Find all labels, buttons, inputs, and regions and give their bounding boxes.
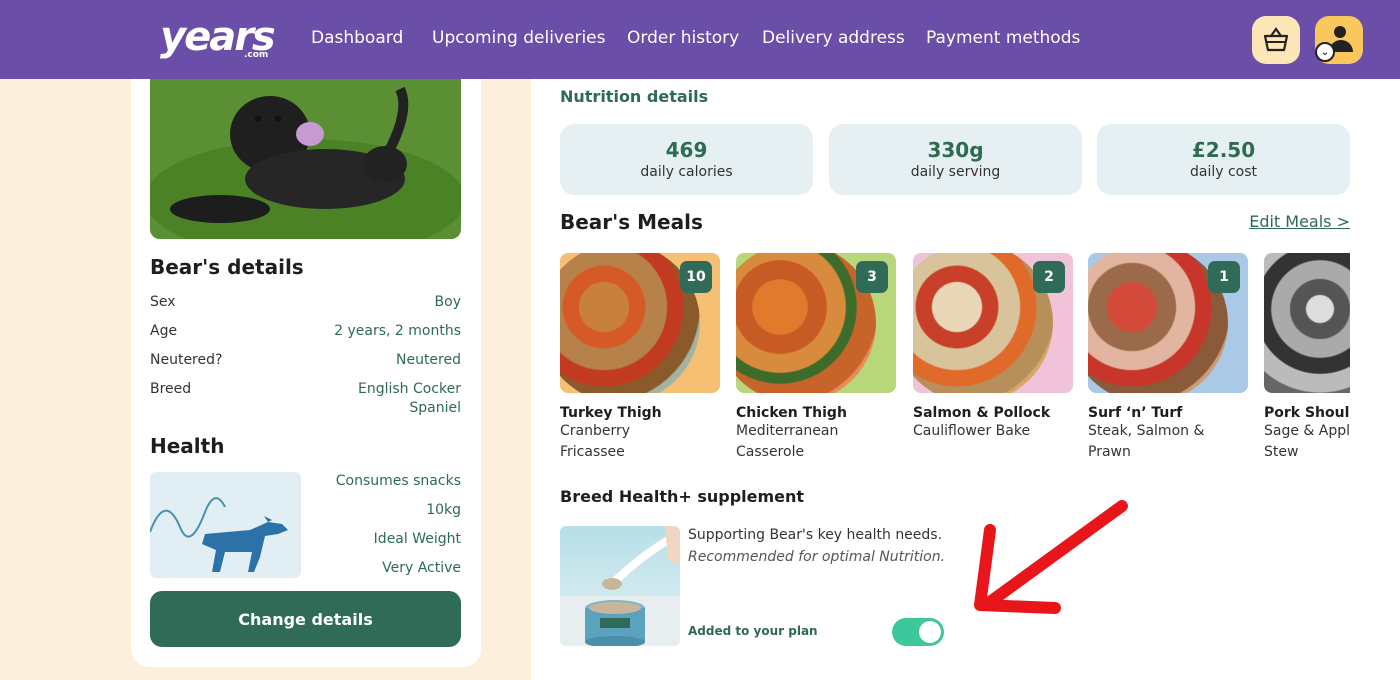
meal-desc-line1: Sage & Apple — [1264, 423, 1350, 439]
meal-card[interactable]: 3 Chicken Thigh Mediterranean Casserole — [736, 253, 896, 463]
meal-bowl — [736, 253, 876, 393]
basket-icon — [1263, 27, 1289, 52]
meal-name: Salmon & Pollock — [913, 405, 1051, 421]
health-activity: Very Active — [382, 560, 461, 576]
health-weight: 10kg — [426, 502, 461, 518]
nav-upcoming-deliveries[interactable]: Upcoming deliveries — [432, 28, 605, 48]
meal-count-badge: 10 — [680, 261, 712, 293]
meal-bowl — [913, 253, 1053, 393]
nav-dashboard[interactable]: Dashboard — [311, 28, 403, 48]
meal-desc-line1: Cauliflower Bake — [913, 423, 1031, 439]
user-avatar-icon — [1334, 26, 1346, 38]
annotation-arrow-icon — [974, 500, 1128, 614]
detail-label-sex: Sex — [150, 294, 176, 310]
supplement-recommendation: Recommended for optimal Nutrition. — [688, 549, 946, 565]
top-navigation-bar: years .com Dashboard Upcoming deliveries… — [0, 0, 1400, 79]
detail-value-neutered: Neutered — [395, 352, 461, 368]
supplement-description: Supporting Bear's key health needs. — [688, 527, 943, 543]
years-logo[interactable]: years .com — [160, 14, 276, 66]
detail-value-breed-line2: Spaniel — [409, 400, 461, 416]
meal-bowl — [1088, 253, 1228, 393]
meal-card[interactable]: 2 Salmon & Pollock Cauliflower Bake — [913, 253, 1073, 442]
meal-desc-line2: Casserole — [736, 444, 805, 460]
nav-order-history[interactable]: Order history — [627, 28, 739, 48]
meal-desc-line2: Prawn — [1088, 444, 1131, 460]
supplement-toggle[interactable] — [892, 618, 944, 646]
meal-count-badge: 2 — [1033, 261, 1065, 293]
profile-menu-button[interactable]: ⌄ — [1315, 16, 1363, 64]
health-weight-status: Ideal Weight — [373, 531, 461, 547]
detail-value-age: 2 years, 2 months — [334, 323, 461, 339]
meal-image: 10 — [560, 253, 720, 393]
detail-label-age: Age — [150, 323, 178, 339]
meal-card[interactable]: 10 Turkey Thigh Cranberry Fricassee — [560, 253, 720, 463]
meal-name: Pork Shoulder — [1264, 405, 1350, 421]
supplement-image — [560, 526, 680, 646]
meal-name: Turkey Thigh — [560, 405, 662, 421]
meal-count-badge: 3 — [856, 261, 888, 293]
meal-count-badge: 1 — [1208, 261, 1240, 293]
basket-button[interactable] — [1252, 16, 1300, 64]
details-heading: Bear's details — [150, 255, 304, 279]
logo-suffix: .com — [244, 50, 269, 60]
nav-delivery-address[interactable]: Delivery address — [762, 28, 905, 48]
meal-desc-line1: Cranberry — [560, 423, 631, 439]
detail-value-sex: Boy — [434, 294, 461, 310]
detail-label-neutered: Neutered? — [150, 352, 223, 368]
meal-name: Surf ‘n’ Turf — [1088, 405, 1183, 421]
nav-payment-methods[interactable]: Payment methods — [926, 28, 1080, 48]
meal-image: 1 — [1088, 253, 1248, 393]
supplement-heading: Breed Health+ supplement — [560, 487, 805, 506]
meal-desc-line1: Mediterranean — [736, 423, 839, 439]
meal-desc-line1: Steak, Salmon & — [1088, 423, 1205, 439]
health-illustration — [150, 472, 301, 578]
meal-bowl — [560, 253, 700, 393]
toggle-knob — [919, 621, 941, 643]
dog-photo — [150, 79, 461, 239]
pet-profile-card: Bear's details Sex Boy Age 2 years, 2 mo… — [131, 79, 481, 667]
chevron-down-icon: ⌄ — [1315, 42, 1335, 62]
meal-image: 3 — [736, 253, 896, 393]
meal-desc-line2: Fricassee — [560, 444, 625, 460]
meal-card[interactable]: Pork Shoulder Sage & Apple Stew — [1264, 253, 1350, 463]
detail-label-breed: Breed — [150, 381, 192, 397]
added-to-plan-label: Added to your plan — [688, 624, 818, 638]
meal-card[interactable]: 1 Surf ‘n’ Turf Steak, Salmon & Prawn — [1088, 253, 1248, 463]
meal-image — [1264, 253, 1350, 393]
meal-desc-line2: Stew — [1264, 444, 1299, 460]
meal-image: 2 — [913, 253, 1073, 393]
meal-name: Chicken Thigh — [736, 405, 847, 421]
meals-carousel[interactable]: 10 Turkey Thigh Cranberry Fricassee 3 Ch… — [531, 79, 1350, 479]
health-snacks: Consumes snacks — [335, 473, 461, 489]
change-details-button[interactable]: Change details — [150, 591, 461, 647]
detail-value-breed-line1: English Cocker — [357, 381, 461, 397]
health-heading: Health — [150, 434, 225, 458]
